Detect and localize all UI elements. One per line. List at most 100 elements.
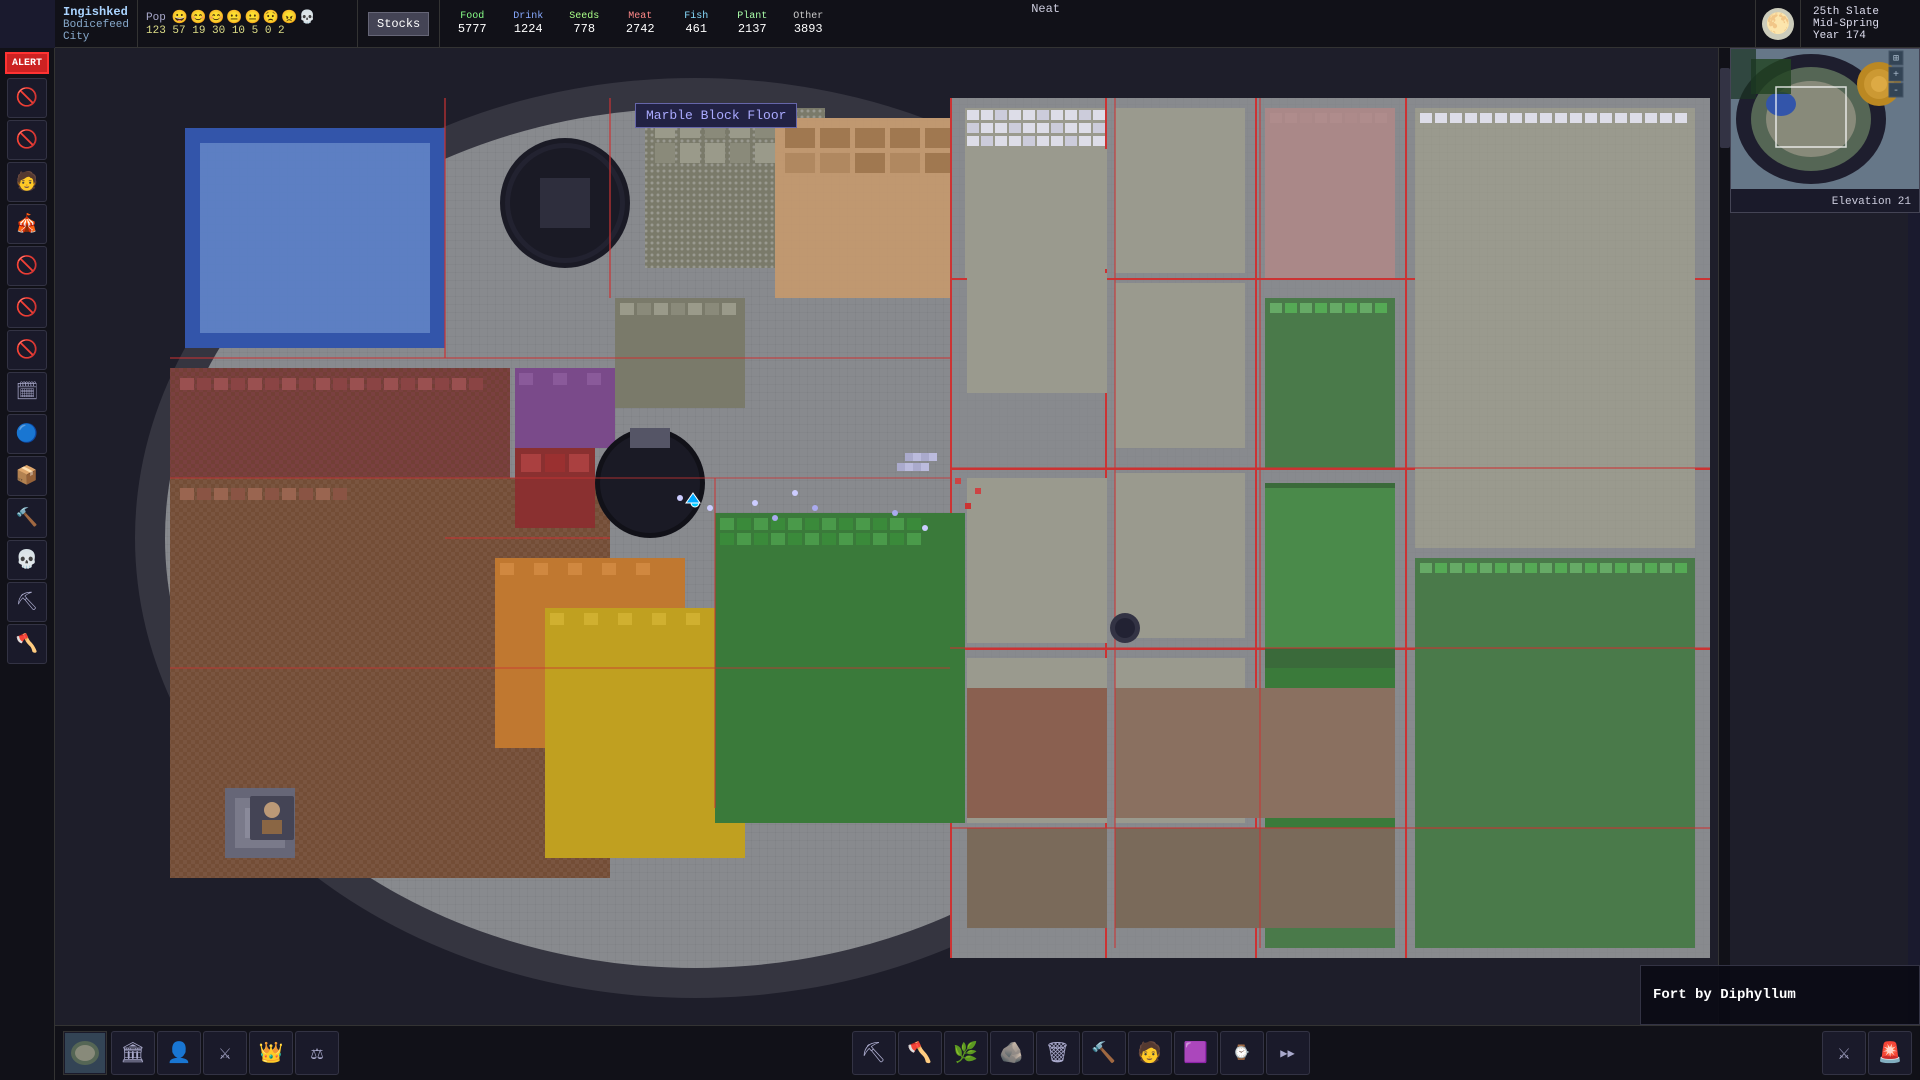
fish-resource: Fish 461 [676, 11, 716, 36]
sidebar-icon-3[interactable]: 🧑 [7, 162, 47, 202]
sidebar-icon-14[interactable]: 🪓 [7, 624, 47, 664]
alert-button[interactable]: ALERT [5, 52, 49, 74]
bottom-icon-build[interactable]: 🏛 [111, 1031, 155, 1075]
face-1: 😀 [172, 10, 188, 25]
sidebar-icon-12[interactable]: 💀 [7, 540, 47, 580]
pop-numbers: 123 57 19 30 10 5 0 2 [146, 25, 349, 37]
sidebar-icon-7[interactable]: 🚫 [7, 330, 47, 370]
date-day: 25th Slate [1813, 6, 1908, 18]
minimap-canvas[interactable]: ⊞ + - [1731, 49, 1919, 189]
stocks-button[interactable]: Stocks [368, 12, 429, 36]
neat-label: Neat [1031, 2, 1060, 16]
bottom-bar: 🏛 👤 ⚔ 👑 ⚖ ⛏ 🪓 🌿 🪨 🗑 🔨 🧑 🟪 ⌚ ▶▶ ⚔ 🚨 [55, 1025, 1920, 1080]
moon-icon-section: 🌕 [1755, 0, 1800, 47]
date-year: Year 174 [1813, 30, 1908, 42]
drink-resource: Drink 1224 [508, 11, 548, 36]
fortress-info: Ingishked Bodicefeed City [55, 0, 138, 47]
fortress-class: City [63, 31, 129, 43]
elevation-text: Elevation 21 [1832, 196, 1911, 208]
bottom-icon-alert2[interactable]: 🚨 [1868, 1031, 1912, 1075]
fish-value: 461 [685, 22, 707, 36]
bottom-group-1: 🏛 👤 ⚔ 👑 ⚖ [111, 1031, 339, 1075]
bottom-map-svg [65, 1033, 105, 1073]
date-season: Mid-Spring [1813, 18, 1908, 30]
fortress-type: Bodicefeed [63, 19, 129, 31]
other-label: Other [793, 11, 823, 22]
food-resource: Food 5777 [452, 11, 492, 36]
bottom-icon-trade[interactable]: ⚖ [295, 1031, 339, 1075]
other-value: 3893 [794, 22, 823, 36]
sidebar-icon-11[interactable]: 🔨 [7, 498, 47, 538]
sidebar-icon-4[interactable]: 🎪 [7, 204, 47, 244]
minimap-elevation: Elevation 21 [1731, 189, 1919, 213]
bottom-icon-stocks3[interactable]: 🟪 [1174, 1031, 1218, 1075]
game-scene[interactable]: Marble Block Floor [55, 48, 1908, 1025]
fort-info: Fort by Diphyllum [1640, 965, 1920, 1025]
svg-text:-: - [1893, 86, 1899, 97]
drink-label: Drink [513, 11, 543, 22]
bottom-group-right: ⚔ 🚨 [1822, 1031, 1912, 1075]
date-section: 25th Slate Mid-Spring Year 174 [1800, 0, 1920, 47]
bottom-map-icon[interactable] [63, 1031, 107, 1075]
bottom-icon-units[interactable]: 👤 [157, 1031, 201, 1075]
minimap: ⊞ + - Elevation 21 [1730, 48, 1920, 213]
plant-label: Plant [737, 11, 767, 22]
bottom-icon-erase2[interactable]: 🗑 [1036, 1031, 1080, 1075]
bottom-icon-nobles[interactable]: 👑 [249, 1031, 293, 1075]
sidebar-icon-1[interactable]: 🚫 [7, 78, 47, 118]
sidebar-icon-9[interactable]: 🔵 [7, 414, 47, 454]
pop-num: 123 57 19 30 10 5 0 2 [146, 25, 285, 37]
bottom-icon-portrait2[interactable]: 🧑 [1128, 1031, 1172, 1075]
minimap-svg: ⊞ + - [1731, 49, 1919, 189]
left-sidebar: ALERT 🚫 🚫 🧑 🎪 🚫 🚫 🚫 🗓 🔵 📦 🔨 💀 ⛏ 🪓 [0, 48, 55, 1080]
bottom-icon-smooth2[interactable]: 🪨 [990, 1031, 1034, 1075]
meat-label: Meat [628, 11, 652, 22]
bottom-icon-more[interactable]: ▶▶ [1266, 1031, 1310, 1075]
scroll-indicator[interactable] [1718, 48, 1730, 1025]
meat-resource: Meat 2742 [620, 11, 660, 36]
bottom-icon-dig[interactable]: ⛏ [852, 1031, 896, 1075]
bottom-icon-military[interactable]: ⚔ [203, 1031, 247, 1075]
pop-faces: 😀 😊 😊 😐 😐 😟 😠 💀 [172, 10, 316, 25]
moon-icon: 🌕 [1762, 8, 1794, 40]
seeds-value: 778 [573, 22, 595, 36]
tooltip-text: Marble Block Floor [646, 108, 786, 123]
sidebar-icon-8[interactable]: 🗓 [7, 372, 47, 412]
face-3: 😊 [208, 10, 224, 25]
drink-value: 1224 [514, 22, 543, 36]
face-6: 😟 [263, 10, 279, 25]
svg-text:⊞: ⊞ [1893, 54, 1899, 65]
bottom-icon-build2[interactable]: 🔨 [1082, 1031, 1126, 1075]
bottom-group-center: ⛏ 🪓 🌿 🪨 🗑 🔨 🧑 🟪 ⌚ ▶▶ [852, 1031, 1310, 1075]
face-8: 💀 [299, 10, 315, 25]
pop-label: Pop [146, 12, 166, 24]
fish-label: Fish [684, 11, 708, 22]
plant-resource: Plant 2137 [732, 11, 772, 36]
plant-value: 2137 [738, 22, 767, 36]
face-7: 😠 [281, 10, 297, 25]
bottom-icon-watch2[interactable]: ⌚ [1220, 1031, 1264, 1075]
stocks-section: Stocks [358, 0, 440, 47]
face-4: 😐 [226, 10, 242, 25]
face-5: 😐 [245, 10, 261, 25]
fort-info-text: Fort by Diphyllum [1653, 987, 1796, 1003]
food-value: 5777 [458, 22, 487, 36]
meat-value: 2742 [626, 22, 655, 36]
resources-section: Food 5777 Drink 1224 Seeds 778 Meat 2742… [440, 0, 1755, 47]
bottom-icon-gather2[interactable]: 🌿 [944, 1031, 988, 1075]
scroll-thumb [1720, 68, 1730, 148]
top-bar: Ingishked Bodicefeed City Pop 😀 😊 😊 😐 😐 … [55, 0, 1920, 48]
tooltip: Marble Block Floor [635, 103, 797, 128]
face-2: 😊 [190, 10, 206, 25]
sidebar-icon-13[interactable]: ⛏ [7, 582, 47, 622]
sidebar-icon-5[interactable]: 🚫 [7, 246, 47, 286]
fortress-map-svg [55, 48, 1908, 1025]
bottom-icon-chop2[interactable]: 🪓 [898, 1031, 942, 1075]
sidebar-icon-10[interactable]: 📦 [7, 456, 47, 496]
bottom-icon-combat2[interactable]: ⚔ [1822, 1031, 1866, 1075]
other-resource: Other 3893 [788, 11, 828, 36]
seeds-resource: Seeds 778 [564, 11, 604, 36]
sidebar-icon-6[interactable]: 🚫 [7, 288, 47, 328]
sidebar-icon-2[interactable]: 🚫 [7, 120, 47, 160]
population-section: Pop 😀 😊 😊 😐 😐 😟 😠 💀 123 57 19 30 10 5 0 … [138, 0, 358, 47]
